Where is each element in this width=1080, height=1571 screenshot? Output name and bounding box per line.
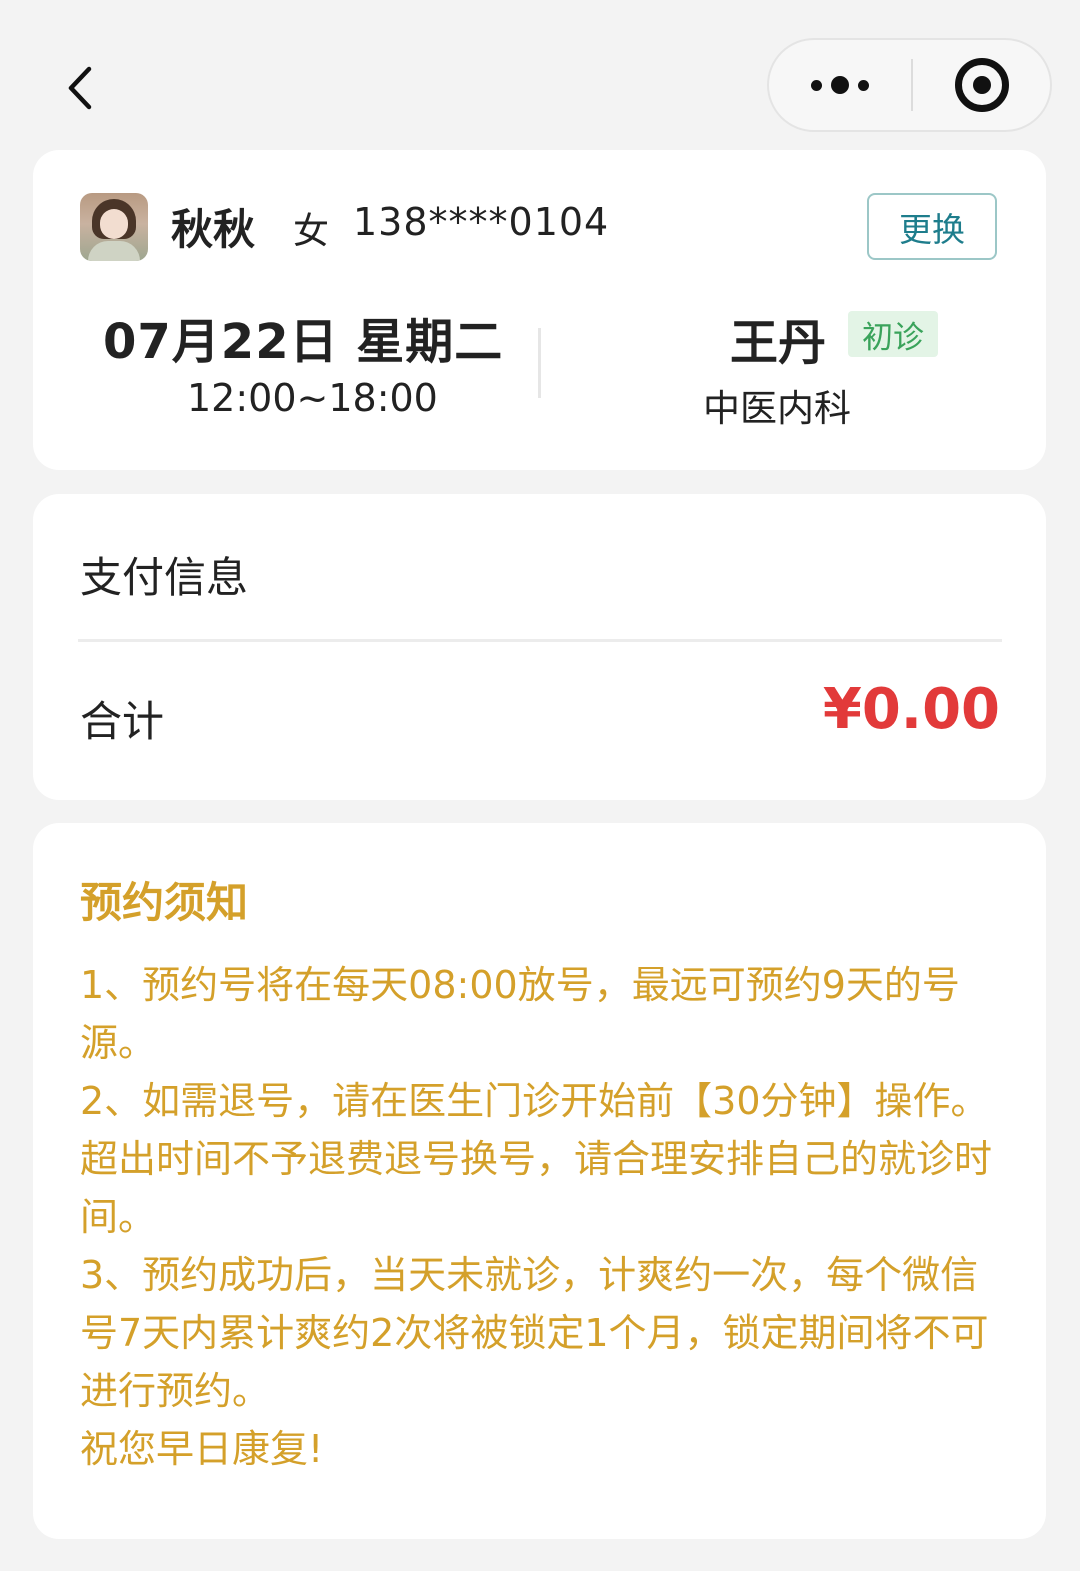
notice-item: 1、预约号将在每天08:00放号，最远可预约9天的号源。 [80, 963, 960, 1065]
appointment-card: 秋秋 女 138****0104 更换 07月22日 星期二 12:00~18:… [33, 150, 1046, 470]
notice-item: 2、如需退号，请在医生门诊开始前【30分钟】操作。超出时间不予退费退号换号，请合… [80, 1079, 993, 1239]
total-label: 合计 [80, 697, 165, 746]
payment-title: 支付信息 [80, 553, 249, 602]
back-button[interactable] [58, 62, 102, 114]
patient-gender: 女 [293, 211, 330, 252]
avatar [80, 193, 148, 261]
target-close-icon [954, 58, 1009, 112]
payment-card: 支付信息 合计 ¥0.00 [33, 494, 1046, 800]
notice-item: 3、预约成功后，当天未就诊，计爽约一次，每个微信号7天内累计爽约2次将被锁定1个… [80, 1253, 989, 1413]
more-button[interactable] [769, 40, 911, 130]
appointment-date: 07月22日 星期二 [103, 314, 504, 370]
more-dots-icon [811, 76, 869, 94]
department: 中医内科 [703, 387, 851, 430]
notice-closing: 祝您早日康复! [80, 1427, 324, 1471]
patient-phone: 138****0104 [353, 200, 610, 244]
chevron-left-icon [68, 66, 92, 110]
notice-card: 预约须知 1、预约号将在每天08:00放号，最远可预约9天的号源。 2、如需退号… [33, 823, 1046, 1539]
visit-type-badge: 初诊 [848, 311, 938, 357]
total-amount: ¥0.00 [822, 677, 1000, 742]
patient-name: 秋秋 [171, 205, 256, 254]
miniprogram-capsule [767, 38, 1052, 132]
notice-title: 预约须知 [80, 878, 249, 927]
appointment-time: 12:00~18:00 [187, 376, 438, 420]
close-button[interactable] [913, 40, 1050, 130]
divider [78, 639, 1002, 642]
change-patient-button[interactable]: 更换 [867, 193, 997, 260]
doctor-name: 王丹 [730, 315, 827, 371]
divider [538, 328, 541, 398]
notice-body: 1、预约号将在每天08:00放号，最远可预约9天的号源。 2、如需退号，请在医生… [80, 956, 1005, 1478]
